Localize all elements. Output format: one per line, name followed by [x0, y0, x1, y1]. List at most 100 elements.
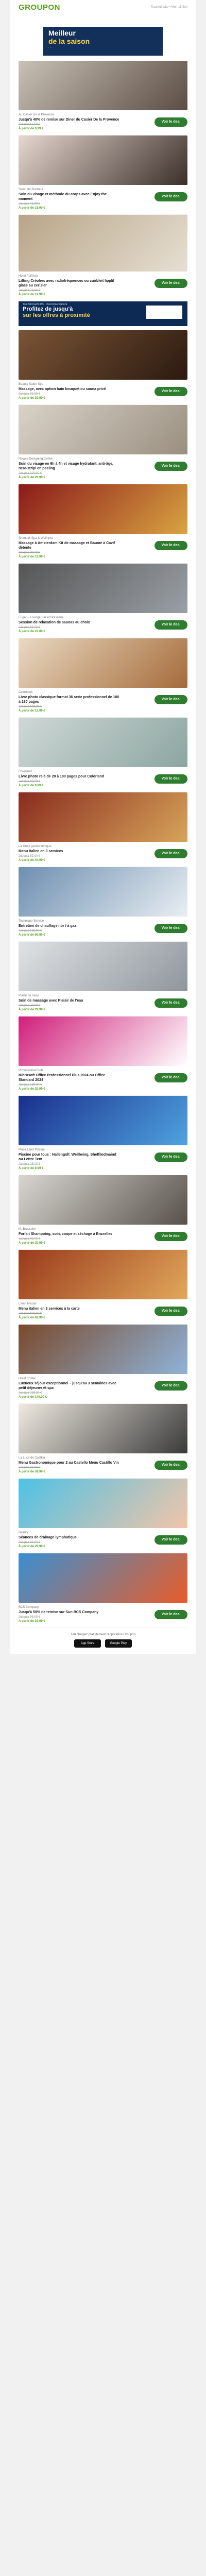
deal-title[interactable]: Séances de drainage lymphatique	[19, 1535, 122, 1540]
view-deal-button[interactable]: Voir le deal	[154, 541, 187, 550]
deal-image[interactable]	[19, 792, 187, 842]
deal-image[interactable]	[19, 1175, 187, 1225]
deal-title[interactable]: Jusqu'à 58% de remise sur Sun BCS Compan…	[19, 1610, 122, 1615]
deal-card[interactable]: Colorland Livre photo relé de 20 à 100 pa…	[10, 718, 196, 792]
deal-card[interactable]: Beauty Séances de drainage lymphatique Jus…	[10, 1479, 196, 1553]
deal-title[interactable]: Session de relaxation de saunas au choix	[19, 620, 122, 625]
deal-price: À partir de 39,99 €	[19, 1620, 45, 1623]
deal-image[interactable]	[19, 718, 187, 767]
deal-image[interactable]	[19, 405, 187, 454]
deal-card[interactable]: Au Casier De la Provence Jusqu'à 48% de r…	[10, 61, 196, 135]
view-deal-button[interactable]: Voir le deal	[154, 1381, 187, 1391]
deal-image[interactable]	[19, 638, 187, 688]
deal-image[interactable]	[19, 61, 187, 110]
google-play-button[interactable]: Google Play	[105, 1639, 132, 1648]
deal-location: Colorland	[19, 770, 32, 773]
deal-title[interactable]: Livre photo relé de 20 à 100 pages pour …	[19, 774, 122, 779]
deal-location: La Croix gastronomique	[19, 845, 52, 848]
deal-image[interactable]	[19, 1325, 187, 1374]
deal-old-price: Jusqu'à 299,00 €	[19, 1391, 187, 1395]
deal-title[interactable]: Soin du visage en 6h à 4h et visage hydr…	[19, 462, 122, 471]
deal-title[interactable]: Lifting Créolers avec radiofréquences ou…	[19, 279, 122, 288]
deal-card[interactable]: La Luce de Castillo Menu Gastronomique po…	[10, 1404, 196, 1478]
view-deal-button[interactable]: Voir le deal	[154, 1073, 187, 1082]
view-deal-button[interactable]: Voir le deal	[154, 1610, 187, 1619]
view-deal-button[interactable]: Voir le deal	[154, 1307, 187, 1316]
view-deal-button[interactable]: Voir le deal	[154, 924, 187, 933]
deal-image[interactable]	[19, 867, 187, 917]
deal-card[interactable]: Colorbook Livre photo classique format 36…	[10, 638, 196, 717]
deal-card[interactable]: Muse.Land Piscine Piscine pour tous : Hal…	[10, 1096, 196, 1175]
deal-card[interactable]: L'Ami Mester Menu italien en 3 services à…	[10, 1250, 196, 1324]
deal-title[interactable]: Menu italien en 3 services	[19, 849, 122, 854]
deal-card[interactable]: Beauty Salon Spa Massage, avec option bai…	[10, 330, 196, 404]
deal-image[interactable]	[19, 1404, 187, 1453]
view-deal-button[interactable]: Voir le deal	[154, 279, 187, 288]
view-deal-button[interactable]: Voir le deal	[154, 849, 187, 858]
view-deal-button[interactable]: Voir le deal	[154, 462, 187, 471]
deal-image[interactable]	[19, 330, 187, 380]
season-banner[interactable]: Meilleur de la saison · · ·	[19, 26, 187, 57]
deal-image[interactable]	[19, 1016, 187, 1066]
deal-old-price-value: Jusqu'à 79,00 €	[19, 289, 41, 292]
view-deal-button[interactable]: Voir le deal	[154, 117, 187, 127]
deal-old-price-value: Jusqu'à 139,00 €	[19, 929, 42, 933]
deal-title[interactable]: Luxueux séjour exceptionnel – jusqu'au 3…	[19, 1381, 122, 1391]
view-deal-button[interactable]: Voir le deal	[154, 1153, 187, 1162]
deal-location: Au Casier De la Provence	[19, 113, 55, 116]
deal-card[interactable]: Plaisir de l'eau Soin de massage avec Pla…	[10, 942, 196, 1016]
deal-title[interactable]: Massage, avec option bain bouquet ou sau…	[19, 387, 122, 392]
deal-title[interactable]: Massage à Amsterdam Kit de massage et Ba…	[19, 541, 122, 550]
view-deal-button[interactable]: Voir le deal	[154, 1535, 187, 1545]
deal-title[interactable]: Menu italien en 3 services à la carte	[19, 1307, 122, 1311]
deal-title[interactable]: Soin de massage avec Plaisir de l'eau	[19, 998, 122, 1003]
deal-card[interactable]: M. Brusselle Forfait Shampoing, soin, cou…	[10, 1175, 196, 1249]
deal-title[interactable]: Livre photo classique format 36 serie pr…	[19, 695, 122, 704]
deal-card[interactable]: Salon du Bonheur Soin du visage et méthod…	[10, 135, 196, 214]
view-deal-button[interactable]: Voir le deal	[154, 695, 187, 704]
deal-title[interactable]: Soin du visage et méthode du corps avec …	[19, 192, 122, 201]
microsoft-ad[interactable]: Tout Microsoft 365 · Recommandations Prof…	[19, 301, 187, 326]
deal-old-price-value: Jusqu'à 49,99 €	[19, 202, 41, 206]
deal-location: Technique Service	[19, 920, 44, 923]
deal-location: Professional.Club	[19, 1069, 43, 1072]
deal-image[interactable]	[19, 135, 187, 185]
deal-title[interactable]: Microsoft Office Professionnel Plus 2024…	[19, 1073, 122, 1082]
deal-image[interactable]	[19, 1479, 187, 1528]
view-deal-button[interactable]: Voir le deal	[154, 192, 187, 201]
deal-image[interactable]	[19, 1553, 187, 1603]
deal-price: À partir de 39,99 €	[19, 1470, 45, 1473]
view-deal-button[interactable]: Voir le deal	[154, 774, 187, 784]
deal-title[interactable]: Jusqu'à 48% de remise sur Diner du Casie…	[19, 117, 122, 122]
deal-title[interactable]: Piscine pour tous : Hallengolf, Wellbein…	[19, 1153, 122, 1162]
deal-image[interactable]	[19, 1096, 187, 1145]
view-deal-button[interactable]: Voir le deal	[154, 387, 187, 396]
deal-title[interactable]: Menu Gastronomique pour 2 au Castello Me…	[19, 1461, 122, 1465]
deal-old-price-value: Jusqu'à 12,50 €	[19, 123, 41, 126]
deal-card[interactable]: Royale Designing Centre Soin du visage en…	[10, 405, 196, 484]
deal-image[interactable]	[19, 564, 187, 613]
deal-card[interactable]: BCS Company Jusqu'à 58% de remise sur Sun…	[10, 1553, 196, 1628]
deal-image[interactable]	[19, 484, 187, 534]
view-deal-button[interactable]: Voir le deal	[154, 620, 187, 630]
deal-price: À partir de 29,99 €	[19, 1545, 45, 1548]
deal-card[interactable]: Technique Service Entretien de chauffage …	[10, 867, 196, 941]
deal-card[interactable]: Eugen - Lounge Bar et Brasserie Session d…	[10, 564, 196, 638]
deal-meta: Hotel Pullman Lifting Créolers avec radio…	[19, 272, 187, 301]
deal-card[interactable]: Hotel Pullman Lifting Créolers avec radio…	[10, 215, 196, 301]
deal-image[interactable]	[19, 215, 187, 272]
view-deal-button[interactable]: Voir le deal	[154, 998, 187, 1008]
deal-card[interactable]: La Croix gastronomique Menu italien en 3 …	[10, 792, 196, 867]
deal-card[interactable]: Hotel Cristal Luxueux séjour exceptionnel…	[10, 1325, 196, 1403]
app-store-button[interactable]: App Store	[74, 1639, 101, 1648]
deal-image[interactable]	[19, 1250, 187, 1299]
view-deal-button[interactable]: Voir le deal	[154, 1232, 187, 1241]
view-deal-button[interactable]: Voir le deal	[154, 1461, 187, 1470]
deal-price: À partir de 9,99 €	[19, 1167, 44, 1170]
deal-image[interactable]	[19, 942, 187, 991]
deal-card[interactable]: Professional.Club Microsoft Office Profes…	[10, 1016, 196, 1095]
deal-meta: Colorland Livre photo relé de 20 à 100 pa…	[19, 767, 187, 792]
deal-card[interactable]: Shendall Spa & Wellness Massage à Amsterd…	[10, 484, 196, 563]
deal-title[interactable]: Forfait Shampoing, soin, coupe et séchag…	[19, 1232, 122, 1236]
deal-title[interactable]: Entretien de chauffage nbr / à gaz	[19, 924, 122, 928]
